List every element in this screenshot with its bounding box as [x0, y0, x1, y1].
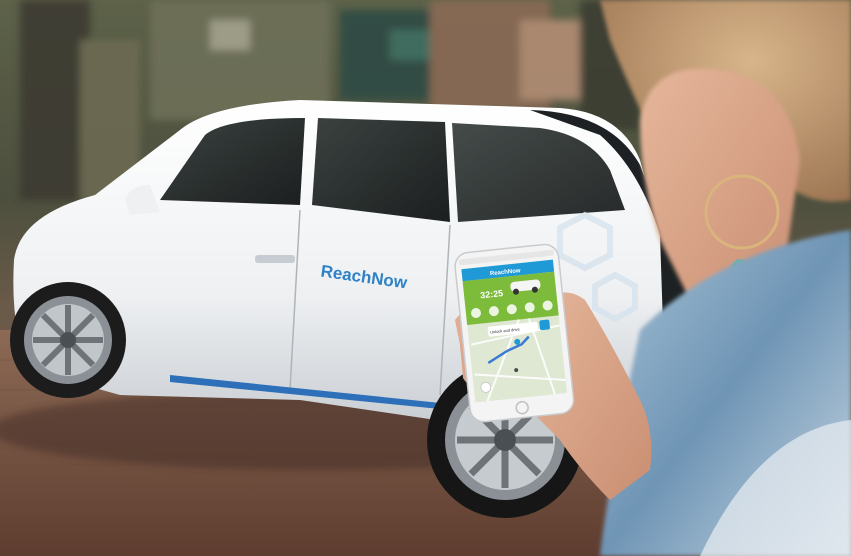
photo-scene: ReachNow ReachNow 32:25 Unlock and drive [0, 0, 851, 556]
navigate-button[interactable] [539, 319, 550, 331]
smartphone: ReachNow 32:25 Unlock and drive [454, 243, 575, 423]
phone-screen: ReachNow 32:25 Unlock and drive [461, 259, 567, 403]
front-wheel [10, 282, 126, 398]
